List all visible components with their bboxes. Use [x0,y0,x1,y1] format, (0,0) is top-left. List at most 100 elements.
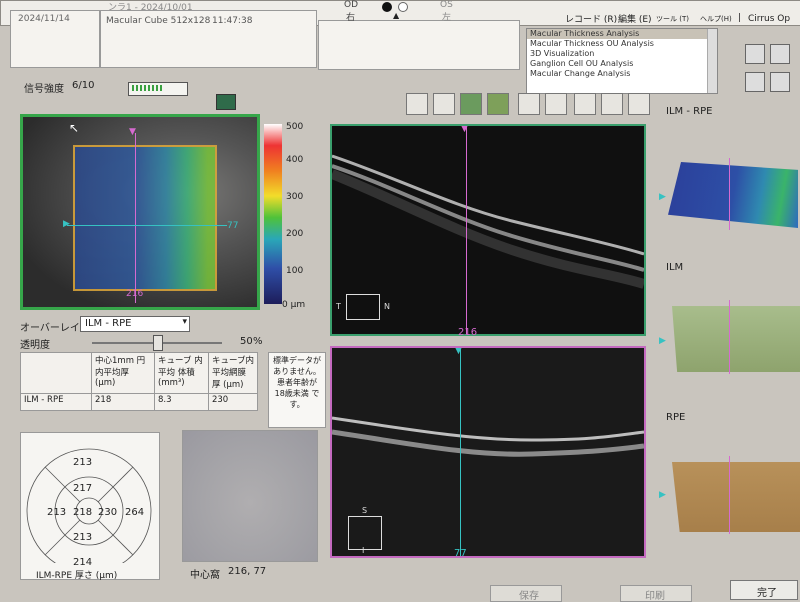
menu-help[interactable]: ヘルプ(H) [700,14,732,24]
eye-od-label[interactable]: OD [344,0,358,10]
tool-surface-icon[interactable] [460,93,482,115]
menu-record[interactable]: レコード (R) [565,12,617,25]
thickness-map-overlay [73,145,217,291]
surface-rpe-marker-icon: ▶ [659,490,666,500]
etdrs-outer-bottom: 214 [73,557,93,568]
tool-segmentation-icon[interactable] [433,93,455,115]
analysis-item-3[interactable]: Ganglion Cell OU Analysis [527,59,717,69]
fovea-thumbnail[interactable] [182,430,318,562]
print-icon[interactable] [745,72,765,92]
transparency-unit: % [253,336,263,347]
fundus-horizontal-line [67,225,227,226]
transparency-slider-thumb[interactable] [153,335,163,351]
bscan-top-slice-label: 216 [458,327,478,338]
tool-grid-icon[interactable] [628,93,650,115]
bscan-bottom-orientation-box [348,516,382,550]
thickness-colorbar [264,124,282,304]
etdrs-panel: 213 217 213 218 230 264 213 214 [20,432,160,580]
analysis-item-2[interactable]: 3D Visualization [527,49,717,59]
table-header-avg-thickness: キューブ内 平均網膜 厚 (μm) [207,352,259,394]
tool-pencil-icon[interactable] [574,93,596,115]
tool-edit-surface-icon[interactable] [487,93,509,115]
fovea-label: 中心窩 [190,570,220,581]
scan-type: Macular Cube 512x128 [106,16,211,26]
analysis-listbox[interactable]: Macular Thickness Analysis Macular Thick… [526,28,718,94]
export-icon[interactable] [770,72,790,92]
etdrs-inner-bottom: 213 [73,532,93,543]
chevron-down-icon: ▾ [182,317,187,327]
signal-label: 信号強度 [24,84,64,95]
eye-indicator-icon: ▲ [393,11,400,20]
eye-os-label[interactable]: OS [440,0,453,10]
bscan-bottom-slice-label: 77 [454,548,467,559]
colorbar-tick-0: 0 μm [282,300,306,310]
bscan-top-orient-left: T [336,302,341,311]
table-header-blank [20,352,92,394]
bscan-bottom-marker-icon[interactable]: ▼ [455,348,462,356]
bscan-bottom-orient-bottom: I [362,546,365,555]
bscan-top-orient-right: N [384,302,390,311]
table-header-volume: キューブ 内 平均 体積 (mm³) [154,352,209,394]
surface-ilm-vline [729,300,730,374]
surface-rpe-vline [729,456,730,534]
eye-od-radio[interactable] [382,2,392,12]
tool-center-fovea-icon[interactable] [601,93,623,115]
etdrs-outer-right: 264 [125,507,145,518]
scan-time: 11:47:38 [212,16,253,26]
analysis-item-4[interactable]: Macular Change Analysis [527,69,717,79]
colorbar-tick-300: 300 [286,192,304,202]
bscan-top-orientation-box [346,294,380,320]
tool-crosshair-icon[interactable] [518,93,540,115]
etdrs-inner-right: 230 [98,507,118,518]
fundus-top-marker-icon[interactable]: ▼ [129,127,136,137]
signal-value: 6/10 [72,80,95,91]
fundus-left-marker-icon[interactable]: ▶ [63,219,70,229]
etdrs-inner-left: 213 [47,507,67,518]
print-button[interactable]: 印刷 [620,585,692,602]
norm-note-text: 標準データが ありません。 患者年齢が 18歳未満 です。 [273,356,321,409]
surface-ilm-3d[interactable] [672,306,800,372]
table-header-center-thickness: 中心1mm 円内平均厚 (μm) [91,352,155,394]
surface-ilm-rpe-vline [729,158,730,230]
fovea-coords: 216, 77 [228,566,267,577]
overlay-select[interactable]: ILM - RPE ▾ [80,316,190,332]
fundus-vertical-readout: 216 [126,289,144,299]
colorbar-tick-200: 200 [286,229,304,239]
transparency-label: 透明度 [20,340,50,351]
table-cell-avg: 230 [207,393,259,411]
camera-icon[interactable] [770,44,790,64]
table-row-label: ILM - RPE [20,393,92,411]
bscan-vertical-view[interactable]: ▼ S I [330,346,646,558]
mouse-cursor-icon: ↖ [69,121,80,135]
bscan-top-marker-icon[interactable]: ▼ [461,126,468,134]
analysis-item-0[interactable]: Macular Thickness Analysis [527,29,717,39]
brand-name: Cirrus Op [748,14,791,24]
finish-button-label: 完了 [757,588,777,599]
bscan-horizontal-view[interactable]: ▼ T N [330,124,646,336]
analysis-scrollbar[interactable] [707,29,717,93]
surface-ilm-rpe-3d[interactable] [668,162,798,228]
bscan-top-vertical-line [466,126,467,334]
analysis-item-1[interactable]: Macular Thickness OU Analysis [527,39,717,49]
menu-tools[interactable]: ツール (T) [656,14,689,24]
tool-target-icon[interactable] [545,93,567,115]
eye-os-jp: 左 [442,13,452,23]
save-disk-icon[interactable] [745,44,765,64]
overlay-select-value: ILM - RPE [85,318,132,329]
finish-button[interactable]: 完了 [730,580,798,600]
surface-bottom-label: RPE [666,412,686,423]
menu-edit[interactable]: 編集 (E) [618,12,652,25]
norm-note-box: 標準データが ありません。 患者年齢が 18歳未満 です。 [268,352,326,428]
etdrs-grid [26,448,152,563]
tool-layer-icon[interactable] [406,93,428,115]
eye-view-icon[interactable] [216,94,236,110]
save-button[interactable]: 保存 [490,585,562,602]
fundus-horizontal-readout: 77 [227,221,239,231]
eye-os-radio[interactable] [398,2,408,12]
fundus-view[interactable]: ▼ ▶ 216 77 ↖ [20,114,260,310]
surface-ilm-rpe-marker-icon: ▶ [659,192,666,202]
surface-middle-label: ILM [666,262,684,273]
signal-meter-fill [132,85,162,91]
menu-separator: | [738,13,742,23]
surface-rpe-3d[interactable] [672,462,800,532]
